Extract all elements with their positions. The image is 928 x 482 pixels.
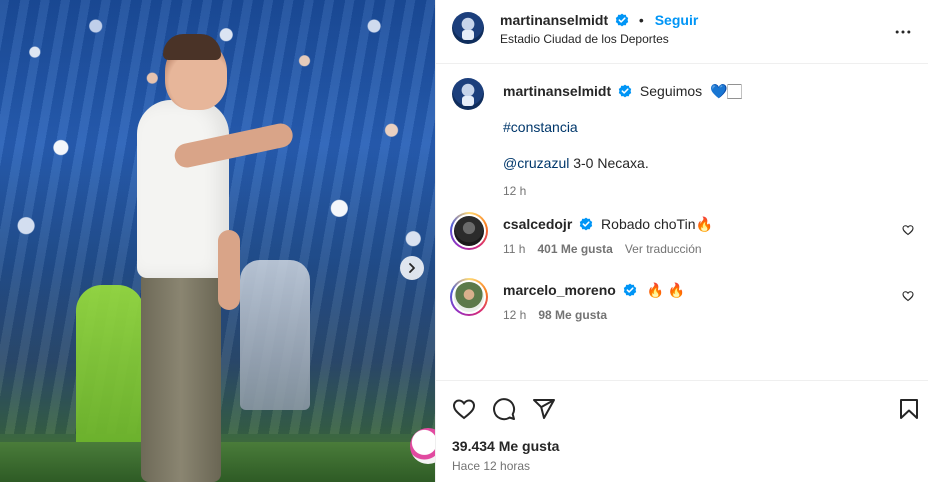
post-actions: 39.434 Me gusta Hace 12 horas	[436, 380, 928, 482]
caption-line: martinanselmidt Seguimos 💙🏻	[503, 82, 903, 100]
more-options-icon	[895, 30, 911, 34]
verified-badge-icon	[623, 283, 636, 297]
comment-time[interactable]: 12 h	[503, 308, 526, 322]
follow-button[interactable]: Seguir	[655, 12, 699, 28]
coach-figure	[218, 230, 240, 310]
separator-dot: •	[638, 12, 644, 28]
mention-link[interactable]: @cruzazul	[503, 155, 569, 171]
comment-item: marcelo_moreno 🔥 🔥 12 h 98 Me gusta	[450, 278, 920, 328]
background-person	[240, 260, 310, 410]
chevron-right-icon	[409, 263, 415, 273]
share-icon[interactable]	[532, 397, 556, 421]
post-timestamp: Hace 12 horas	[452, 459, 531, 473]
heart-icon[interactable]	[902, 290, 914, 302]
comment-meta: 12 h 98 Me gusta	[503, 308, 607, 322]
avatar-ring-inner	[452, 280, 486, 314]
caption-text-block: martinanselmidt Seguimos 💙🏻 #constancia …	[503, 82, 903, 200]
comment-line: marcelo_moreno 🔥 🔥	[503, 282, 685, 299]
bookmark-icon[interactable]	[897, 397, 921, 421]
coach-figure	[137, 100, 229, 278]
hashtag-link[interactable]: #constancia	[503, 119, 578, 135]
post-details-panel: martinanselmidt • Seguir Estadio Ciudad …	[435, 0, 928, 482]
caption-result-line: @cruzazul 3-0 Necaxa.	[503, 154, 903, 172]
comment-item: csalcedojr Robado choTin🔥 11 h 401 Me gu…	[450, 212, 920, 262]
post-likes-count[interactable]: 39.434 Me gusta	[452, 438, 559, 454]
avatar-image	[454, 282, 484, 312]
comment-body: 🔥 🔥	[646, 282, 686, 298]
caption-emojis: 💙🏻	[710, 83, 742, 99]
author-line: martinanselmidt • Seguir	[500, 12, 698, 28]
commenter-avatar[interactable]	[450, 212, 488, 250]
verified-badge-icon	[579, 217, 593, 231]
comment-likes[interactable]: 401 Me gusta	[537, 242, 612, 256]
comment-time[interactable]: 11 h	[503, 242, 525, 256]
comment-username[interactable]: csalcedojr	[503, 216, 572, 232]
background-person	[76, 285, 144, 450]
comment-line: csalcedojr Robado choTin🔥	[503, 216, 713, 233]
commenter-avatar[interactable]	[450, 278, 488, 316]
author-avatar[interactable]	[452, 78, 484, 110]
caption-hashtag-line: #constancia	[503, 118, 903, 136]
post-header: martinanselmidt • Seguir Estadio Ciudad …	[436, 0, 928, 64]
caption-body: Seguimos	[639, 83, 703, 99]
translate-link[interactable]: Ver traducción	[625, 242, 702, 256]
heart-icon[interactable]	[902, 224, 914, 236]
match-result: 3-0 Necaxa.	[573, 155, 649, 171]
caption-time: 12 h	[503, 184, 527, 198]
avatar-image	[454, 216, 484, 246]
comment-username[interactable]: marcelo_moreno	[503, 282, 616, 298]
comment-body: Robado choTin🔥	[601, 216, 713, 232]
coach-figure	[163, 34, 221, 60]
caption-username[interactable]: martinanselmidt	[503, 83, 611, 99]
avatar-ring-inner	[452, 214, 486, 248]
more-options-button[interactable]	[891, 20, 915, 44]
post-photo[interactable]	[0, 0, 435, 482]
author-avatar[interactable]	[452, 12, 484, 44]
post-location[interactable]: Estadio Ciudad de los Deportes	[500, 32, 669, 46]
comment-meta: 11 h 401 Me gusta Ver traducción	[503, 242, 702, 256]
comment-icon[interactable]	[492, 397, 516, 421]
author-username[interactable]: martinanselmidt	[500, 12, 608, 28]
heart-icon[interactable]	[452, 397, 476, 421]
carousel-next-button[interactable]	[400, 256, 424, 280]
comment-likes[interactable]: 98 Me gusta	[538, 308, 607, 322]
verified-badge-icon	[615, 13, 629, 27]
coach-figure	[141, 272, 221, 482]
verified-badge-icon	[618, 84, 632, 98]
